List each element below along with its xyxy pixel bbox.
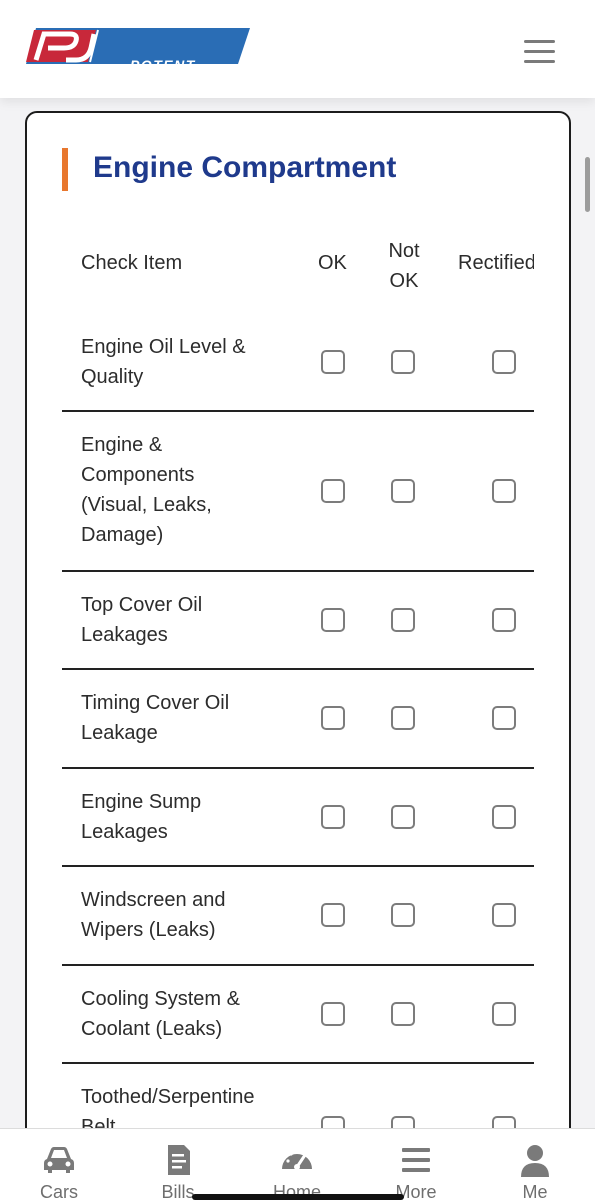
not-ok-checkbox[interactable] — [391, 608, 415, 632]
header-not-ok-line-2: OK — [389, 270, 419, 292]
table-row: Toothed/Serpentine Belt — [62, 1064, 534, 1128]
nav-label: Me — [522, 1182, 548, 1200]
table-row: Timing Cover Oil Leakage — [62, 670, 534, 769]
ok-checkbox[interactable] — [321, 1116, 345, 1128]
not-ok-checkbox[interactable] — [391, 479, 415, 503]
bottom-navigation: Cars Bills Home More Me — [0, 1128, 595, 1200]
label-line: Leakage — [81, 722, 158, 744]
label-line: Damage) — [81, 524, 164, 546]
label-line: Engine Oil Level & — [81, 336, 246, 358]
table-row: Engine & Components (Visual, Leaks, Dama… — [62, 412, 534, 572]
rectified-checkbox[interactable] — [492, 479, 516, 503]
not-ok-checkbox[interactable] — [391, 1002, 415, 1026]
table-row: Cooling System & Coolant (Leaks) — [62, 966, 534, 1064]
table-row: Engine Oil Level & Quality — [62, 308, 534, 412]
potent-dynamics-logo[interactable]: POTENT DYNAMICS — [26, 26, 250, 86]
section-accent-bar — [62, 148, 68, 191]
menu-icon — [402, 1148, 430, 1172]
not-ok-checkbox[interactable] — [391, 805, 415, 829]
label-line: Toothed/Serpentine — [81, 1086, 255, 1108]
brand-line-2: DYNAMICS — [130, 71, 217, 87]
label-line: Engine Sump — [81, 791, 202, 813]
not-ok-checkbox[interactable] — [391, 1116, 415, 1128]
label-line: Leakages — [81, 624, 168, 646]
label-line: Engine & — [81, 434, 163, 456]
label-line: Belt — [81, 1116, 116, 1128]
person-icon — [521, 1145, 549, 1177]
rectified-checkbox[interactable] — [492, 805, 516, 829]
table-row: Engine Sump Leakages — [62, 769, 534, 867]
header-not-ok-line-1: Not — [388, 240, 420, 262]
label-line: Cooling System & — [81, 988, 240, 1010]
scrollbar[interactable] — [585, 157, 590, 212]
nav-cars[interactable]: Cars — [14, 1129, 104, 1200]
ok-checkbox[interactable] — [321, 805, 345, 829]
nav-bills[interactable]: Bills — [133, 1129, 223, 1200]
header-rectified: Rectified — [458, 252, 534, 274]
car-icon — [44, 1147, 74, 1173]
header-check-item: Check Item — [81, 252, 183, 274]
check-item-label: Toothed/Serpentine Belt — [81, 1082, 301, 1128]
label-line: Components — [81, 464, 195, 486]
hamburger-menu-icon[interactable] — [524, 40, 556, 64]
rectified-checkbox[interactable] — [492, 350, 516, 374]
label-line: (Visual, Leaks, — [81, 494, 212, 516]
rectified-checkbox[interactable] — [492, 608, 516, 632]
label-line: Wipers (Leaks) — [81, 919, 216, 941]
label-line: Timing Cover Oil — [81, 692, 230, 714]
label-line: Leakages — [81, 821, 168, 843]
check-item-label: Windscreen and Wipers (Leaks) — [81, 885, 301, 945]
check-item-label: Engine Oil Level & Quality — [81, 332, 301, 392]
label-line: Windscreen and — [81, 889, 226, 911]
nav-me[interactable]: Me — [490, 1129, 580, 1200]
check-item-label: Engine & Components (Visual, Leaks, Dama… — [81, 430, 301, 550]
nav-home[interactable]: Home — [252, 1129, 342, 1200]
check-item-label: Cooling System & Coolant (Leaks) — [81, 984, 301, 1044]
label-line: Coolant (Leaks) — [81, 1018, 223, 1040]
nav-more[interactable]: More — [371, 1129, 461, 1200]
check-item-label: Top Cover Oil Leakages — [81, 590, 301, 650]
table-row: Windscreen and Wipers (Leaks) — [62, 867, 534, 966]
check-item-label: Timing Cover Oil Leakage — [81, 688, 301, 748]
ok-checkbox[interactable] — [321, 1002, 345, 1026]
table-row: Top Cover Oil Leakages — [62, 572, 534, 670]
not-ok-checkbox[interactable] — [391, 350, 415, 374]
app-header: POTENT DYNAMICS — [0, 0, 595, 98]
checklist-table: Check Item OK Not OK Rectified Engine Oi… — [62, 228, 534, 1128]
ok-checkbox[interactable] — [321, 903, 345, 927]
brand-line-1: POTENT — [130, 57, 196, 73]
check-item-label: Engine Sump Leakages — [81, 787, 301, 847]
label-line: Top Cover Oil — [81, 594, 203, 616]
not-ok-checkbox[interactable] — [391, 903, 415, 927]
bill-icon — [168, 1145, 190, 1175]
rectified-checkbox[interactable] — [492, 706, 516, 730]
home-indicator[interactable] — [192, 1194, 404, 1200]
speedometer-icon — [282, 1149, 312, 1170]
nav-label: Cars — [39, 1182, 78, 1200]
ok-checkbox[interactable] — [321, 608, 345, 632]
ok-checkbox[interactable] — [321, 706, 345, 730]
brand-name: POTENT DYNAMICS — [130, 58, 217, 86]
rectified-checkbox[interactable] — [492, 1002, 516, 1026]
rectified-checkbox[interactable] — [492, 903, 516, 927]
header-not-ok: Not OK — [378, 236, 430, 296]
section-title: Engine Compartment — [93, 151, 397, 184]
ok-checkbox[interactable] — [321, 350, 345, 374]
not-ok-checkbox[interactable] — [391, 706, 415, 730]
header-ok: OK — [318, 252, 347, 274]
rectified-checkbox[interactable] — [492, 1116, 516, 1128]
label-line: Quality — [81, 366, 144, 388]
ok-checkbox[interactable] — [321, 479, 345, 503]
